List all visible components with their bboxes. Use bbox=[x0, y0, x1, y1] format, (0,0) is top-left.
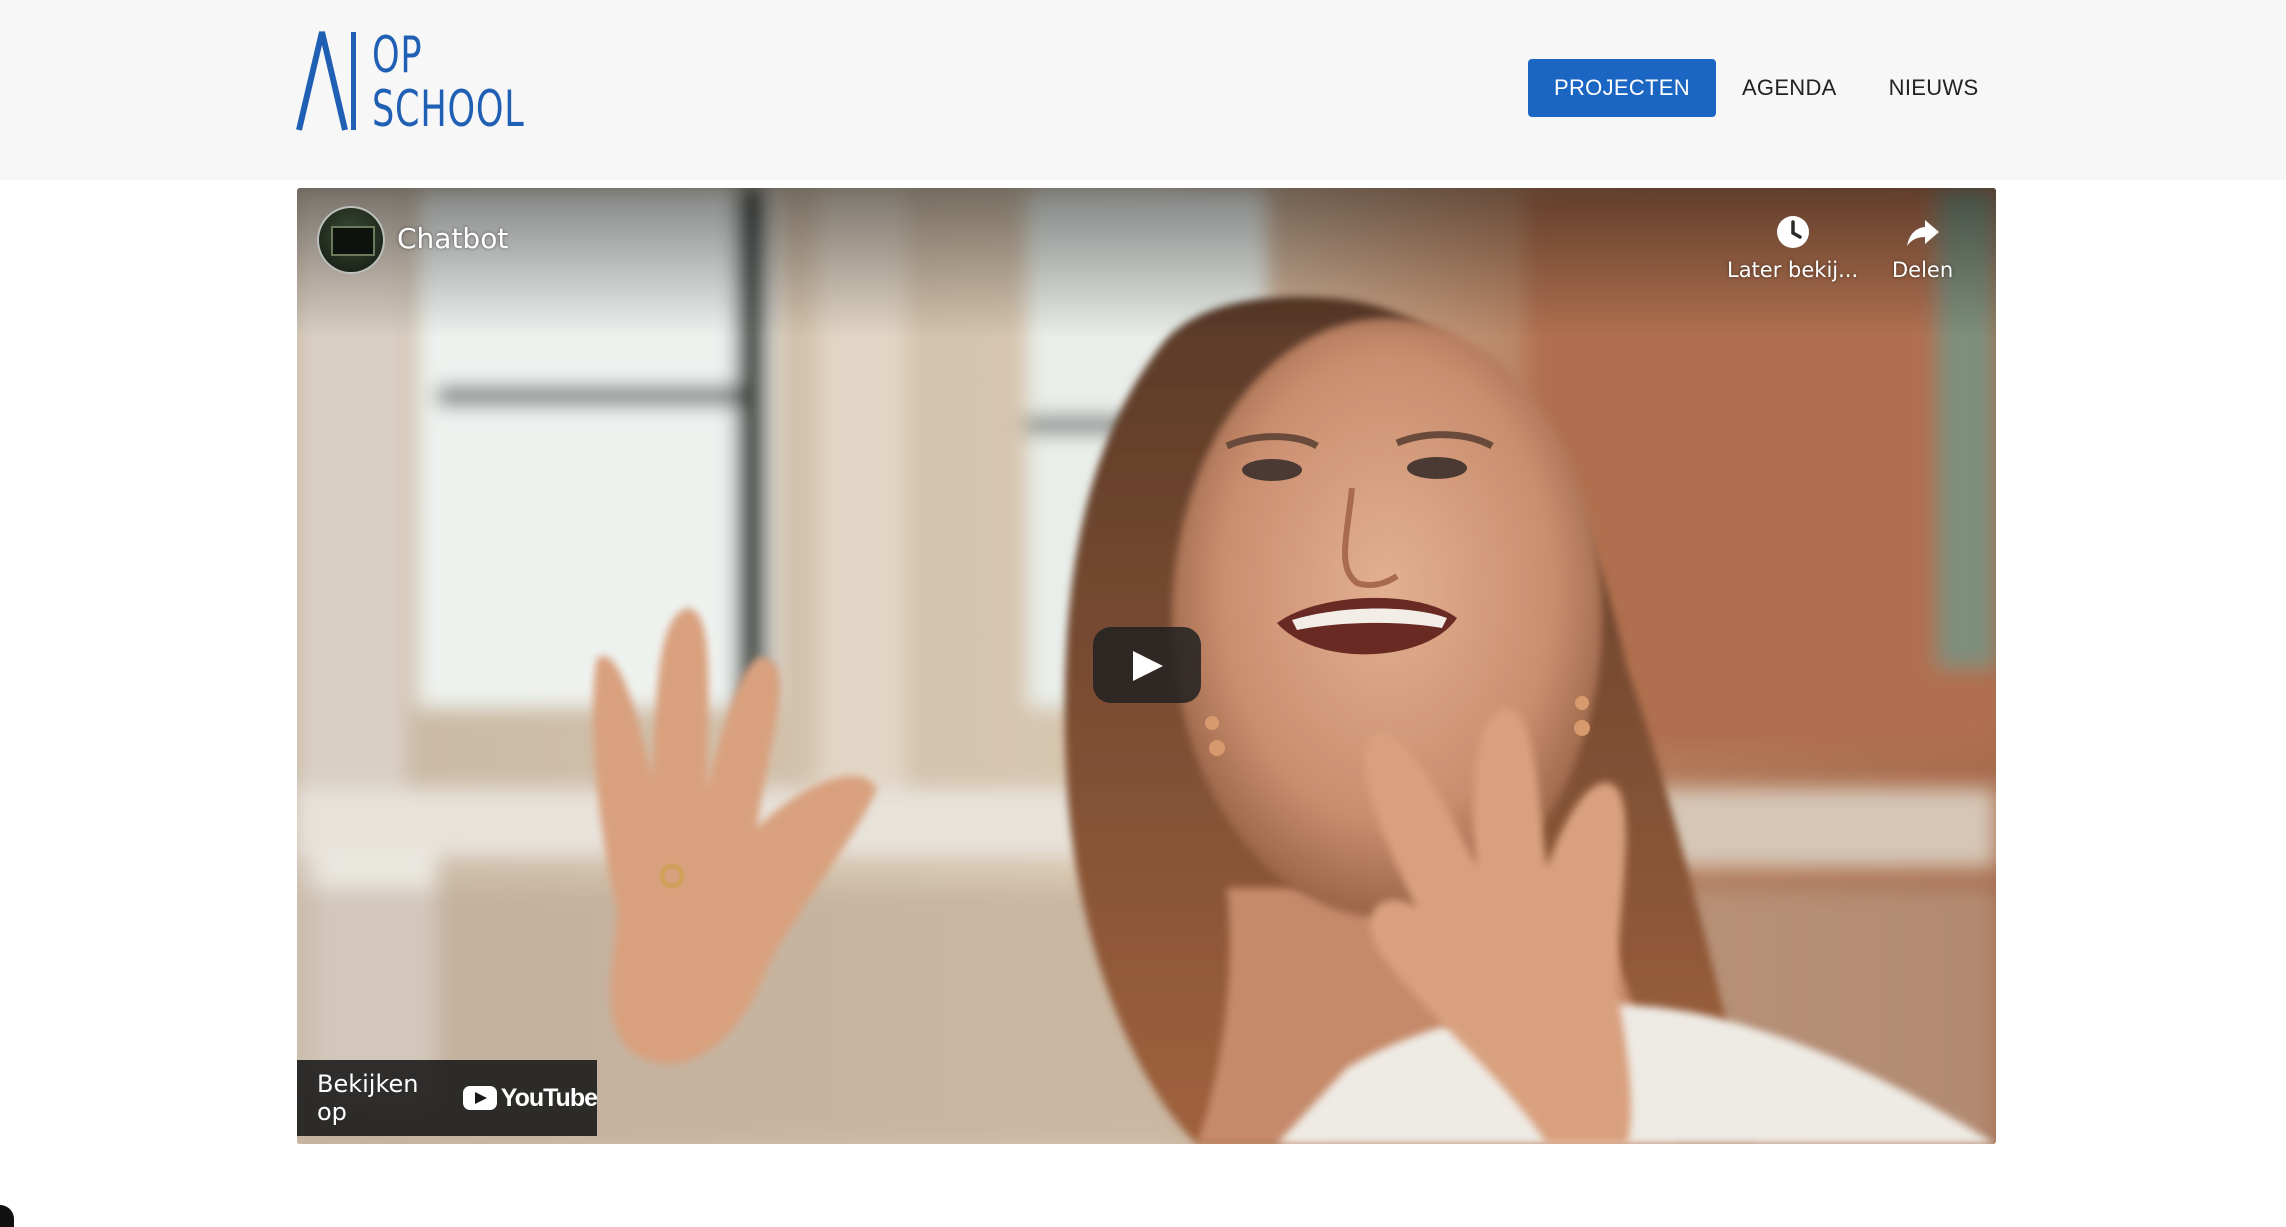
nav-item-projecten[interactable]: PROJECTEN bbox=[1528, 59, 1716, 117]
logo-text-line1: OP bbox=[372, 26, 423, 84]
play-button[interactable] bbox=[1093, 627, 1201, 703]
watch-later-button[interactable]: Later bekij... bbox=[1727, 212, 1858, 282]
video-player[interactable]: Chatbot Later bekij... Delen Bekijken op bbox=[297, 188, 1996, 1144]
watch-on-label: Bekijken op bbox=[317, 1070, 419, 1126]
youtube-wordmark: YouTube bbox=[500, 1083, 598, 1112]
logo-text-line2: SCHOOL bbox=[372, 80, 525, 138]
channel-avatar-icon[interactable] bbox=[317, 206, 385, 274]
corner-decoration bbox=[0, 1205, 14, 1227]
play-icon bbox=[1133, 651, 1163, 681]
share-arrow-icon bbox=[1906, 220, 1939, 246]
clock-icon bbox=[1776, 216, 1809, 248]
main-nav: PROJECTEN AGENDA NIEUWS bbox=[1528, 59, 2004, 117]
youtube-play-badge-icon bbox=[462, 1086, 497, 1110]
site-logo[interactable]: OP SCHOOL bbox=[296, 28, 536, 134]
ai-logo-mark-icon bbox=[296, 31, 356, 131]
watch-later-label: Later bekij... bbox=[1727, 258, 1859, 282]
youtube-logo-icon: YouTube bbox=[462, 1083, 598, 1113]
nav-item-nieuws[interactable]: NIEUWS bbox=[1863, 59, 2005, 117]
page: OP SCHOOL PROJECTEN AGENDA NIEUWS Chatbo… bbox=[0, 0, 2286, 1227]
video-title[interactable]: Chatbot bbox=[397, 222, 508, 255]
nav-item-agenda[interactable]: AGENDA bbox=[1716, 59, 1863, 117]
share-button[interactable]: Delen bbox=[1892, 212, 1953, 282]
site-header: OP SCHOOL PROJECTEN AGENDA NIEUWS bbox=[0, 0, 2286, 180]
watch-on-youtube-button[interactable]: Bekijken op YouTube bbox=[297, 1060, 598, 1136]
share-label: Delen bbox=[1892, 258, 1954, 282]
